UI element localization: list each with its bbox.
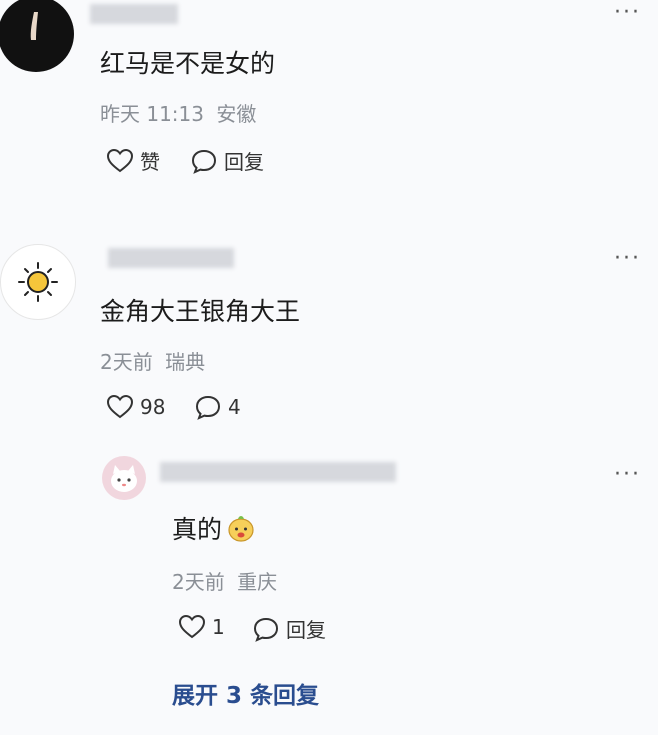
cartoon-cat-icon [111, 465, 137, 492]
reply-button[interactable]: 4 [194, 394, 241, 420]
username[interactable] [108, 248, 234, 268]
reply-count: 4 [228, 395, 241, 419]
comment-location: 安徽 [216, 102, 257, 126]
like-button[interactable]: 1 [178, 614, 225, 640]
reply-text-content: 真的 [172, 515, 223, 544]
more-options-icon[interactable]: ··· [614, 248, 641, 270]
hamster-emoji-icon [228, 516, 254, 542]
reply-button[interactable]: 回复 [252, 614, 326, 643]
speech-bubble-icon [195, 395, 221, 420]
like-count: 1 [212, 615, 225, 639]
avatar-image [30, 12, 38, 40]
comment-meta: 昨天 11:13 安徽 [100, 98, 256, 127]
username[interactable] [160, 462, 396, 482]
reply-button[interactable]: 回复 [190, 146, 264, 175]
heart-icon [106, 148, 134, 172]
comment-time: 2天前 [100, 350, 153, 374]
reply-label: 回复 [286, 618, 326, 642]
comment-text: 红马是不是女的 [100, 49, 276, 78]
reply-time: 2天前 [172, 570, 225, 594]
reply-location: 重庆 [237, 570, 278, 594]
heart-icon [106, 394, 134, 419]
comment-meta: 2天前 瑞典 [100, 346, 205, 375]
heart-icon [178, 614, 206, 639]
more-options-icon[interactable]: ··· [614, 2, 641, 24]
username[interactable] [90, 4, 178, 24]
like-count: 98 [140, 395, 166, 419]
avatar[interactable] [0, 244, 76, 320]
comment-location: 瑞典 [165, 350, 206, 374]
reply-meta: 2天前 重庆 [172, 566, 277, 595]
like-label: 赞 [140, 150, 160, 174]
comment-text: 金角大王银角大王 [100, 297, 301, 326]
expand-replies-link[interactable]: 展开 3 条回复 [172, 676, 319, 710]
speech-bubble-icon [191, 149, 217, 174]
comment-time: 昨天 11:13 [100, 102, 204, 126]
sun-icon [18, 262, 58, 302]
avatar[interactable] [0, 0, 74, 72]
more-options-icon[interactable]: ··· [614, 464, 641, 486]
speech-bubble-icon [253, 617, 279, 642]
like-button[interactable]: 98 [106, 394, 165, 420]
reply-label: 回复 [224, 150, 264, 174]
reply-text: 真的 [172, 510, 256, 546]
like-button[interactable]: 赞 [106, 146, 160, 175]
avatar[interactable] [102, 456, 146, 500]
